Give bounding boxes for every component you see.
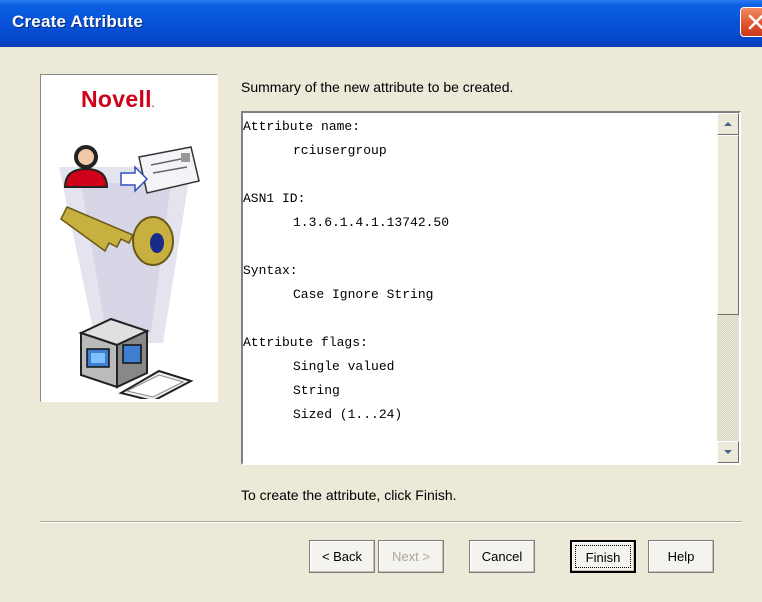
- scroll-down-arrow-icon: [724, 450, 732, 454]
- summary-line: rciusergroup: [293, 143, 387, 158]
- vertical-scrollbar[interactable]: [717, 113, 739, 463]
- summary-content: Attribute name: rciusergroup ASN1 ID: 1.3.6…: [243, 115, 717, 427]
- envelope-icon: [138, 146, 200, 194]
- help-button-label: Help: [667, 549, 695, 564]
- novell-logo: Novell.: [81, 86, 155, 113]
- window-title: Create Attribute: [12, 12, 144, 31]
- computer-icon: [78, 317, 150, 389]
- summary-line: Single valued: [293, 359, 395, 374]
- summary-line: Syntax:: [243, 263, 298, 278]
- summary-line: Sized (1...24): [293, 407, 403, 422]
- summary-line: Attribute flags:: [243, 335, 368, 350]
- summary-line: [243, 307, 717, 331]
- novell-security-illustration: [59, 145, 200, 399]
- summary-line: Case Ignore String: [293, 287, 434, 302]
- attribute-summary-textbox[interactable]: Attribute name: rciusergroup ASN1 ID: 1.3.6…: [241, 111, 741, 465]
- novell-logo-text: Novell: [81, 86, 152, 112]
- scroll-up-arrow-icon: [724, 122, 732, 126]
- next-button-label: Next >: [392, 549, 430, 564]
- summary-line: [243, 163, 717, 187]
- summary-line: 1.3.6.1.4.1.13742.50: [293, 215, 450, 230]
- title-bar[interactable]: Create Attribute: [0, 0, 762, 47]
- wizard-graphic-panel: Novell.: [40, 74, 218, 402]
- scroll-up-button[interactable]: [717, 113, 739, 135]
- next-button[interactable]: Next >: [378, 540, 444, 573]
- close-icon: [748, 14, 762, 30]
- summary-line: Attribute name:: [243, 119, 361, 134]
- close-button[interactable]: [740, 7, 762, 37]
- separator: [40, 521, 742, 523]
- back-button[interactable]: < Back: [309, 540, 375, 573]
- help-button[interactable]: Help: [648, 540, 714, 573]
- summary-line: ASN1 ID:: [243, 191, 306, 206]
- user-icon: [63, 145, 109, 188]
- summary-line: String: [293, 383, 340, 398]
- finish-instruction: To create the attribute, click Finish.: [241, 487, 457, 503]
- cancel-button[interactable]: Cancel: [469, 540, 535, 573]
- back-button-label: < Back: [321, 549, 363, 564]
- scrollbar-thumb[interactable]: [717, 135, 739, 315]
- summary-line: [243, 235, 717, 259]
- cancel-button-label: Cancel: [481, 549, 523, 564]
- summary-heading: Summary of the new attribute to be creat…: [241, 79, 514, 95]
- finish-button[interactable]: Finish: [570, 540, 636, 573]
- finish-button-label: Finish: [585, 550, 621, 565]
- create-attribute-dialog: Create Attribute Novell. Summary of the …: [0, 0, 762, 602]
- scroll-down-button[interactable]: [717, 441, 739, 463]
- novell-logo-mark: .: [151, 99, 155, 109]
